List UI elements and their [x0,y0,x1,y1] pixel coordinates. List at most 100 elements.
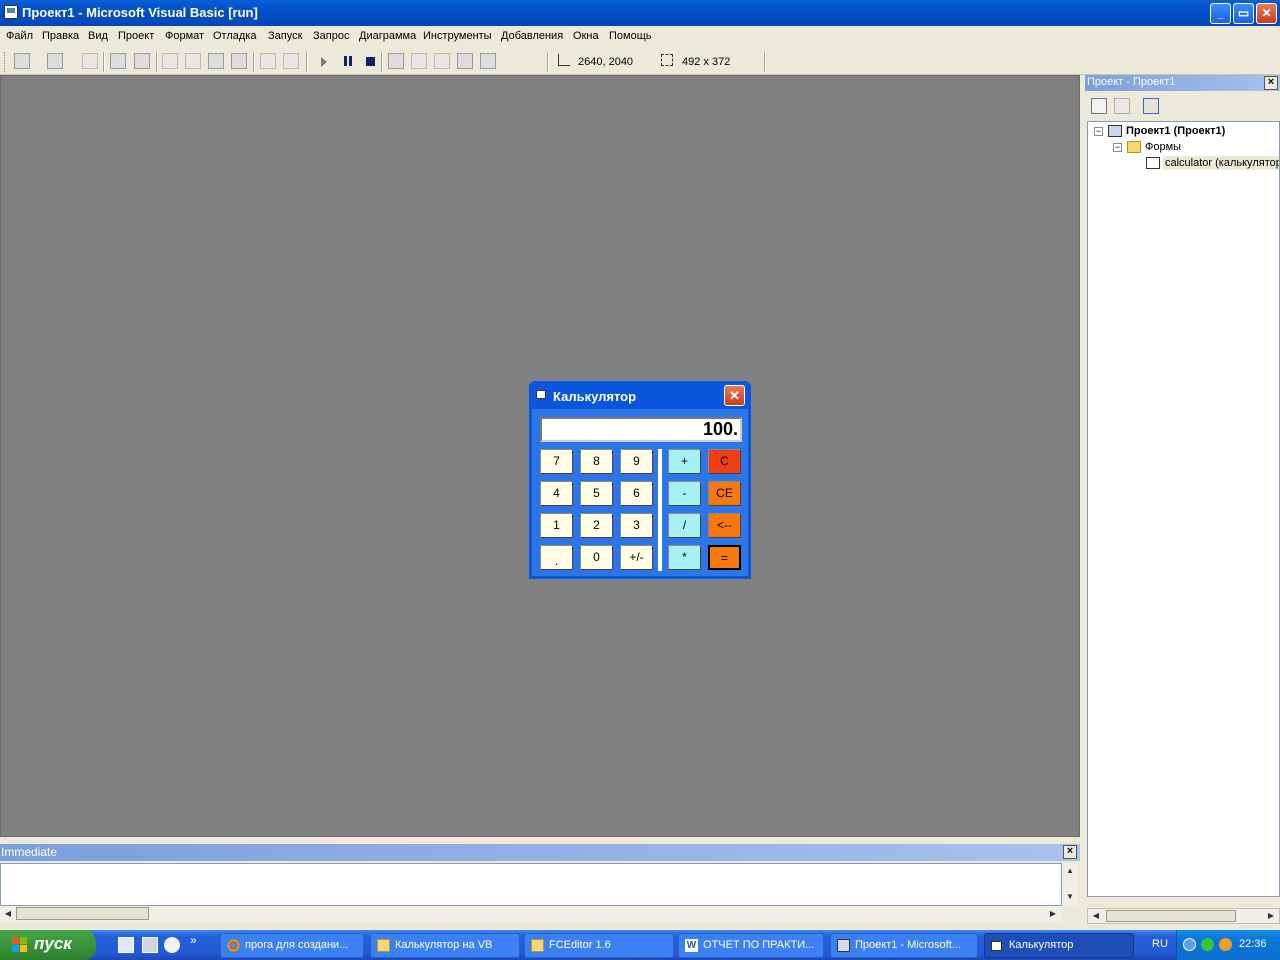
multiply-button[interactable]: * [668,545,701,570]
project-explorer-close-icon[interactable]: × [1264,76,1278,90]
menu-edit[interactable]: Правка [42,30,79,42]
menu-editor-icon[interactable] [82,53,98,69]
taskbar-item[interactable]: FCEditor 1.6 [524,933,674,958]
menu-view[interactable]: Вид [88,30,108,42]
menu-addins[interactable]: Добавления [501,30,563,42]
taskbar-item[interactable]: W ОТЧЕТ ПО ПРАКТИ... [678,933,824,958]
quicklaunch-more-icon[interactable]: » [190,933,206,949]
scroll-right-icon[interactable]: ▶ [1046,907,1060,921]
tree-horizontal-scrollbar[interactable]: ◀ ▶ [1087,908,1280,924]
cut-icon[interactable] [162,53,178,69]
add-form-icon[interactable] [47,53,63,69]
view-code-icon[interactable] [1091,98,1107,114]
taskbar-item[interactable]: Проект1 - Microsoft... [830,933,978,958]
menu-tools[interactable]: Инструменты [423,30,492,42]
immediate-input[interactable] [0,863,1062,906]
break-icon[interactable] [344,56,352,66]
digit-8-button[interactable]: 8 [580,449,613,474]
redo-icon[interactable] [283,53,299,69]
undo-icon[interactable] [260,53,276,69]
scroll-thumb[interactable] [1106,910,1236,922]
divide-button[interactable]: / [668,513,701,538]
language-indicator[interactable]: RU [1152,938,1168,950]
find-icon[interactable] [231,53,247,69]
tray-expand-icon[interactable] [1183,938,1196,951]
backspace-button[interactable]: <-- [708,513,741,538]
digit-5-button[interactable]: 5 [580,481,613,506]
menu-format[interactable]: Формат [165,30,204,42]
menu-project[interactable]: Проект [118,30,154,42]
taskbar-item-active[interactable]: Калькулятор [984,933,1134,958]
menu-debug[interactable]: Отладка [213,30,256,42]
clear-entry-button[interactable]: CE [708,481,741,506]
copy-icon[interactable] [185,53,201,69]
equals-button[interactable]: = [708,545,741,570]
properties-window-icon[interactable] [411,53,427,69]
start-button[interactable]: пуск [0,930,96,960]
immediate-vertical-scrollbar[interactable]: ▲ ▼ [1062,863,1078,906]
calculator-display[interactable]: 100. [540,417,742,442]
immediate-horizontal-scrollbar[interactable]: ◀ ▶ [0,906,1062,922]
project-tree[interactable]: − Проект1 (Проект1) − Формы calculator (… [1087,121,1280,897]
immediate-close-icon[interactable]: × [1063,845,1077,859]
toggle-folders-icon[interactable] [1143,98,1159,114]
tree-project[interactable]: Проект1 (Проект1) [1126,125,1225,137]
menu-diagram[interactable]: Диаграмма [359,30,416,42]
menu-query[interactable]: Запрос [313,30,349,42]
tray-app-icon[interactable] [1219,938,1232,951]
menu-help[interactable]: Помощь [609,30,652,42]
toolbox-icon[interactable] [480,53,496,69]
media-player-icon[interactable] [164,937,180,953]
menu-run[interactable]: Запуск [268,30,302,42]
scroll-down-icon[interactable]: ▼ [1063,890,1077,904]
add-button[interactable]: + [668,449,701,474]
collapse-icon[interactable]: − [1094,127,1103,136]
digit-2-button[interactable]: 2 [580,513,613,538]
menu-file[interactable]: Файл [6,30,33,42]
digit-6-button[interactable]: 6 [620,481,653,506]
subtract-button[interactable]: - [668,481,701,506]
scroll-thumb[interactable] [16,907,149,920]
calculator-title-bar[interactable]: Калькулятор ✕ [529,381,751,409]
object-browser-icon[interactable] [457,53,473,69]
project-explorer-icon[interactable] [388,53,404,69]
digit-1-button[interactable]: 1 [540,513,573,538]
scroll-up-icon[interactable]: ▲ [1063,864,1077,878]
tree-forms-folder[interactable]: Формы [1145,141,1181,153]
add-project-icon[interactable] [14,53,30,69]
toolbar-grip[interactable] [4,52,7,72]
taskbar-item[interactable]: Калькулятор на VB [370,933,520,958]
quicklaunch-app-icon[interactable] [142,937,158,953]
taskbar-item[interactable]: прога для создани... [220,933,364,958]
digit-3-button[interactable]: 3 [620,513,653,538]
toolbar-separator [103,52,105,72]
digit-7-button[interactable]: 7 [540,449,573,474]
calculator-close-button[interactable]: ✕ [724,385,745,406]
digit-0-button[interactable]: 0 [580,545,613,570]
close-button[interactable]: ✕ [1256,3,1277,24]
save-project-icon[interactable] [134,53,150,69]
open-project-icon[interactable] [110,53,126,69]
tray-security-icon[interactable] [1201,938,1214,951]
minimize-button[interactable]: _ [1210,3,1231,24]
form-layout-icon[interactable] [434,53,450,69]
start-icon[interactable] [321,57,327,67]
end-icon[interactable] [366,57,375,66]
scroll-left-icon[interactable]: ◀ [1,907,15,921]
vb-app-icon[interactable] [4,5,18,19]
paste-icon[interactable] [208,53,224,69]
collapse-icon[interactable]: − [1113,143,1122,152]
clock[interactable]: 22:36 [1239,938,1267,950]
scroll-right-icon[interactable]: ▶ [1264,909,1278,923]
scroll-left-icon[interactable]: ◀ [1089,909,1103,923]
restore-button[interactable]: ▭ [1233,3,1254,24]
decimal-point-button[interactable]: . [540,545,573,570]
tree-form-calculator[interactable]: calculator (калькулятор) [1163,156,1279,170]
menu-window[interactable]: Окна [573,30,599,42]
show-desktop-icon[interactable] [118,937,134,953]
sign-toggle-button[interactable]: +/- [620,545,653,570]
clear-button[interactable]: C [708,449,741,474]
digit-4-button[interactable]: 4 [540,481,573,506]
digit-9-button[interactable]: 9 [620,449,653,474]
view-object-icon[interactable] [1114,98,1130,114]
